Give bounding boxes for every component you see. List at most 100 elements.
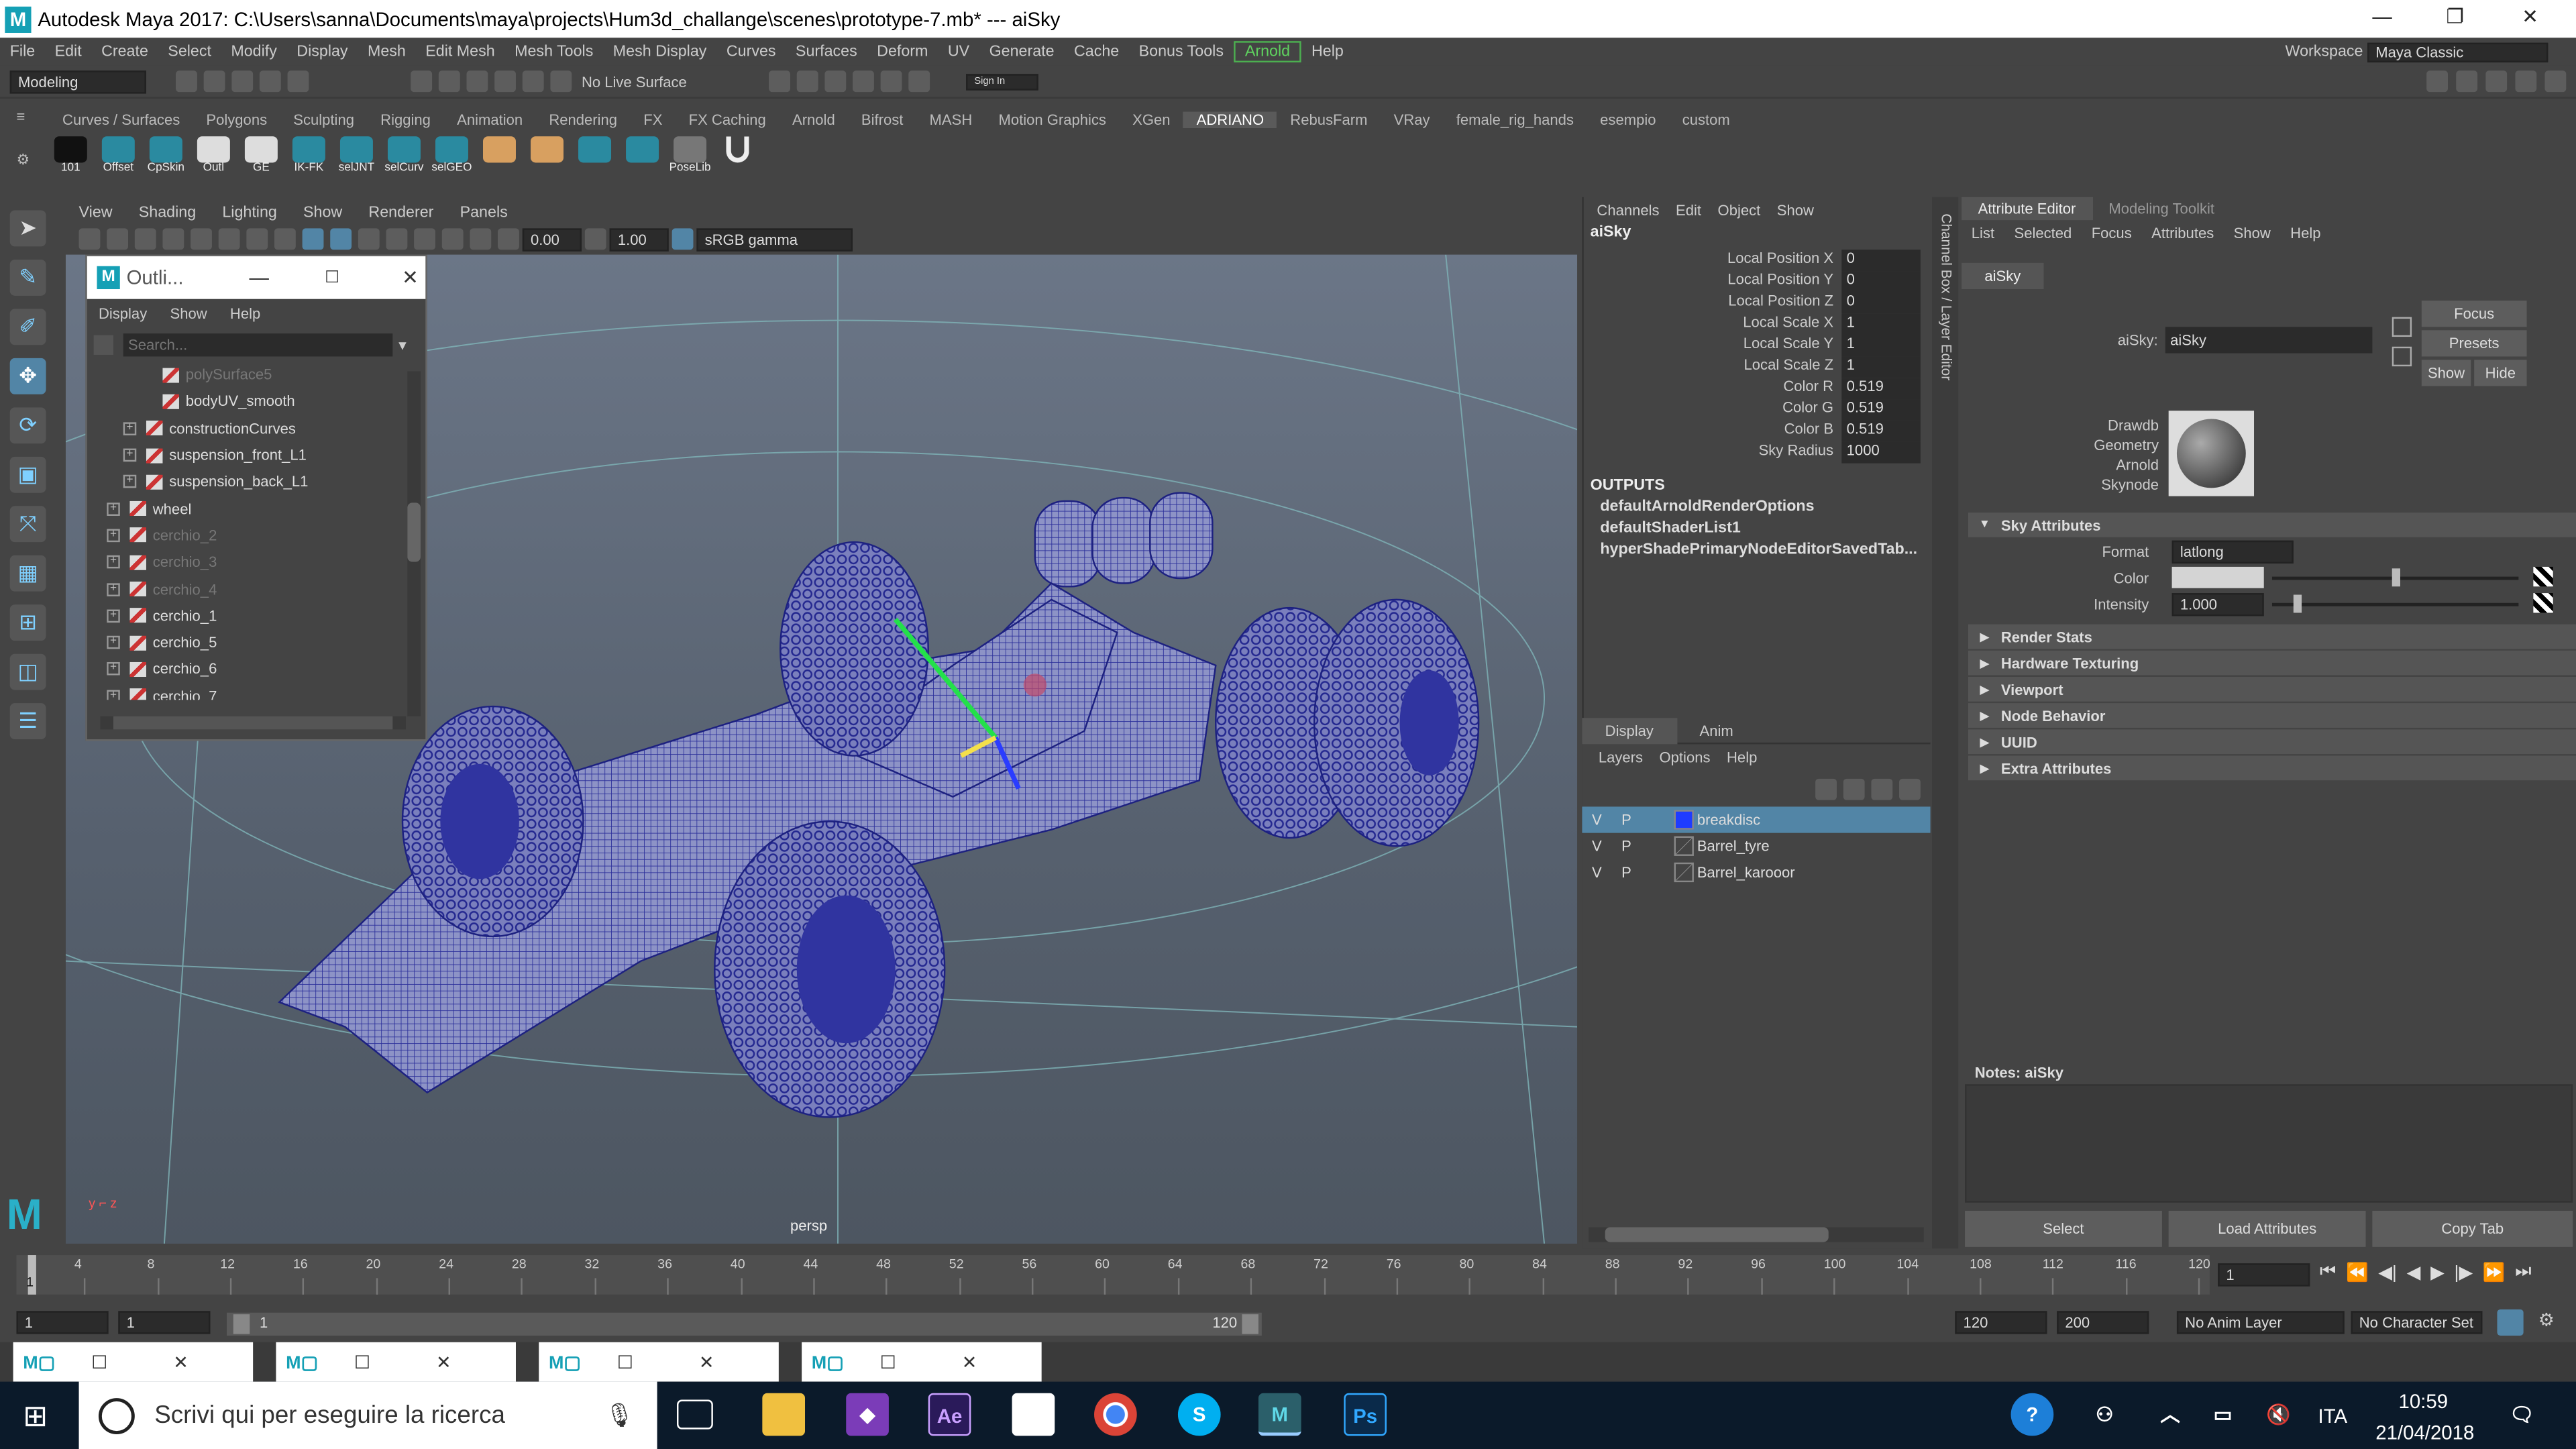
shelf-tab[interactable]: MASH: [916, 111, 985, 127]
outliner-item[interactable]: + cerchio_6: [107, 656, 425, 683]
shelf-tab[interactable]: FX: [631, 111, 676, 127]
rotate-tool-icon[interactable]: ⟳: [9, 407, 46, 444]
scale-tool-icon[interactable]: ▣: [9, 456, 46, 493]
menu-select[interactable]: Select: [158, 43, 221, 61]
outliner-item[interactable]: + suspension_front_L1: [107, 442, 425, 469]
channel-row[interactable]: Local Scale Z 1: [1584, 356, 1931, 378]
channel-row[interactable]: Color R 0.519: [1584, 378, 1931, 400]
arnold-render-view-icon[interactable]: [880, 70, 902, 93]
shelf-tab[interactable]: FX Caching: [676, 111, 779, 127]
live-surface-icon[interactable]: [550, 70, 572, 93]
shelf-tab[interactable]: esempio: [1587, 111, 1670, 127]
after-effects-icon[interactable]: Ae: [928, 1393, 971, 1436]
layout-icon-2[interactable]: [2456, 70, 2478, 93]
outliner-item[interactable]: + cerchio_1: [107, 602, 425, 629]
menu-arnold[interactable]: Arnold: [1233, 41, 1302, 63]
expand-icon[interactable]: +: [107, 529, 120, 542]
expand-icon[interactable]: +: [123, 421, 137, 435]
shelf-button-pose-3[interactable]: [574, 136, 616, 179]
maximize-button[interactable]: ❐: [2447, 5, 2464, 28]
layer-menu-help[interactable]: Help: [1719, 749, 1766, 765]
shelf-button-offset[interactable]: Offset: [97, 136, 140, 179]
outliner-item[interactable]: + constructionCurves: [107, 415, 425, 442]
minimized-window[interactable]: M▢ ☐ ✕: [13, 1342, 254, 1382]
layout-icon-4[interactable]: [2515, 70, 2537, 93]
intensity-field[interactable]: 1.000: [2171, 593, 2264, 616]
outliner-item[interactable]: + wheel: [107, 495, 425, 522]
menu-edit-mesh[interactable]: Edit Mesh: [416, 43, 505, 61]
layer-menu-layers[interactable]: Layers: [1582, 749, 1651, 765]
menu-generate[interactable]: Generate: [979, 43, 1064, 61]
attr-menu-attributes[interactable]: Attributes: [2141, 225, 2224, 241]
workspace-select[interactable]: Maya Classic: [2367, 42, 2548, 62]
range-end-handle[interactable]: [1242, 1314, 1258, 1334]
shelf-button-seljnt[interactable]: selJNT: [335, 136, 378, 179]
menu-edit[interactable]: Edit: [45, 43, 91, 61]
channel-row[interactable]: Local Scale X 1: [1584, 313, 1931, 335]
chrome-icon[interactable]: [1094, 1393, 1137, 1436]
view-menu-renderer[interactable]: Renderer: [356, 203, 447, 221]
new-scene-icon[interactable]: [176, 70, 197, 93]
layer-color-swatch[interactable]: [1674, 836, 1694, 856]
minimized-window[interactable]: M▢ ☐ ✕: [276, 1342, 516, 1382]
channel-row[interactable]: Local Scale Y 1: [1584, 335, 1931, 357]
shelf-tab[interactable]: XGen: [1120, 111, 1184, 127]
shelf-tab[interactable]: Rigging: [368, 111, 444, 127]
range-slider[interactable]: 1 120: [226, 1312, 1262, 1336]
new-layer-icon[interactable]: [1871, 777, 1893, 800]
expand-icon[interactable]: +: [123, 448, 137, 462]
view-menu-view[interactable]: View: [66, 203, 125, 221]
snap-point-icon[interactable]: [466, 70, 488, 93]
expand-icon[interactable]: +: [107, 502, 120, 516]
shelf-button-pose-4[interactable]: [621, 136, 664, 179]
presets-button[interactable]: Presets: [2421, 330, 2527, 357]
outliner-layout-icon[interactable]: ☰: [9, 703, 46, 740]
single-view-icon[interactable]: ▦: [9, 555, 46, 592]
outliner-minimize-button[interactable]: —: [249, 266, 268, 289]
layer-row[interactable]: V P Barrel_tyre: [1582, 833, 1930, 859]
layer-row[interactable]: V P Barrel_karooor: [1582, 859, 1930, 885]
intensity-map-button[interactable]: [2533, 593, 2553, 613]
go-to-end-icon[interactable]: ⏭: [2515, 1262, 2531, 1283]
color-management-icon[interactable]: [672, 228, 694, 250]
render-settings-icon[interactable]: [824, 70, 847, 93]
shelf-button-selcurv[interactable]: selCurv: [383, 136, 426, 179]
color-slider-handle[interactable]: [2392, 568, 2400, 587]
shelf-tab[interactable]: Motion Graphics: [985, 111, 1120, 127]
character-set-select[interactable]: No Character Set: [2351, 1311, 2483, 1334]
camera-attr-icon[interactable]: [107, 228, 129, 250]
shadows-icon[interactable]: [414, 228, 435, 250]
tab-display[interactable]: Display: [1582, 716, 1677, 744]
snap-surface-icon[interactable]: [522, 70, 544, 93]
textured-icon[interactable]: [358, 228, 380, 250]
layer-playback-toggle[interactable]: P: [1611, 838, 1641, 854]
taskbar-search-box[interactable]: Scrivi qui per eseguire la ricerca 🎙: [78, 1381, 657, 1449]
node-name-field[interactable]: [2165, 327, 2373, 354]
shelf-button-ge[interactable]: GE: [240, 136, 283, 179]
shelf-button-selgeo[interactable]: selGEO: [431, 136, 474, 179]
expand-icon[interactable]: +: [107, 662, 120, 676]
outliner-item[interactable]: polySurface5: [107, 362, 425, 388]
shelf-tab[interactable]: Rendering: [536, 111, 631, 127]
ipr-render-icon[interactable]: [796, 70, 818, 93]
attr-menu-focus[interactable]: Focus: [2082, 225, 2141, 241]
move-layer-up-icon[interactable]: [1815, 777, 1837, 800]
language-indicator[interactable]: ITA: [2318, 1405, 2348, 1428]
volume-muted-icon[interactable]: 🔇: [2257, 1393, 2300, 1436]
outliner-item[interactable]: + suspension_back_L1: [107, 468, 425, 495]
visual-studio-icon[interactable]: ◆: [846, 1393, 889, 1436]
shelf-button-outliner[interactable]: Outl: [193, 136, 235, 179]
shelf-tab[interactable]: Sculpting: [280, 111, 368, 127]
menu-curves[interactable]: Curves: [716, 43, 786, 61]
expand-icon[interactable]: +: [107, 689, 120, 700]
output-node[interactable]: hyperShadePrimaryNodeEditorSavedTab...: [1584, 541, 1931, 562]
layout-icon-5[interactable]: [2544, 70, 2567, 93]
shelf-tab[interactable]: Animation: [444, 111, 536, 127]
select-tool-icon[interactable]: ➤: [9, 210, 46, 247]
output-node[interactable]: defaultArnoldRenderOptions: [1584, 498, 1931, 519]
hide-button[interactable]: Hide: [2474, 360, 2527, 386]
channel-menu-object[interactable]: Object: [1709, 202, 1768, 218]
view-menu-lighting[interactable]: Lighting: [209, 203, 290, 221]
notepad-icon[interactable]: [1012, 1393, 1055, 1436]
shelf-tab[interactable]: custom: [1669, 111, 1743, 127]
